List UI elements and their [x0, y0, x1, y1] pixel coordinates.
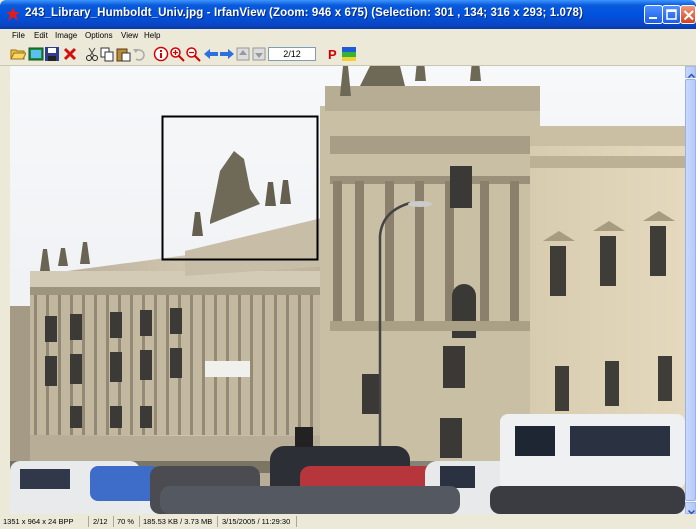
- close-icon: [683, 10, 694, 21]
- status-zoom: 70 %: [117, 517, 135, 526]
- status-resolution: 1351 x 964 x 24 BPP: [3, 517, 74, 526]
- zoom-out-icon[interactable]: [185, 46, 201, 62]
- page-number-field[interactable]: 2/12: [268, 47, 316, 61]
- menu-image[interactable]: Image: [55, 31, 77, 40]
- next-icon[interactable]: [219, 46, 235, 62]
- status-separator: [139, 516, 140, 527]
- scroll-thumb[interactable]: [685, 79, 696, 501]
- properties-icon[interactable]: [341, 46, 357, 62]
- status-separator: [217, 516, 218, 527]
- status-separator: [296, 516, 297, 527]
- paste-icon[interactable]: [115, 46, 131, 62]
- zoom-in-icon[interactable]: [169, 46, 185, 62]
- close-button[interactable]: [680, 5, 696, 24]
- print-icon[interactable]: P: [325, 46, 341, 62]
- title-bar[interactable]: 243_Library_Humboldt_Univ.jpg - IrfanVie…: [0, 0, 696, 29]
- menu-edit[interactable]: Edit: [34, 31, 48, 40]
- open-icon[interactable]: [10, 46, 26, 62]
- window-title: 243_Library_Humboldt_Univ.jpg - IrfanVie…: [25, 7, 583, 19]
- vertical-scrollbar[interactable]: [685, 66, 696, 515]
- menu-options[interactable]: Options: [85, 31, 113, 40]
- scroll-up-arrow[interactable]: [685, 66, 696, 78]
- photo-canvas: [10, 66, 685, 514]
- menu-bar: File Edit Image Options View Help: [0, 29, 696, 44]
- save-icon[interactable]: [44, 46, 60, 62]
- viewport-margin: [0, 66, 10, 514]
- info-icon[interactable]: [153, 46, 169, 62]
- menu-view[interactable]: View: [121, 31, 138, 40]
- menu-file[interactable]: File: [12, 31, 25, 40]
- irfanview-window: 243_Library_Humboldt_Univ.jpg - IrfanVie…: [0, 0, 696, 529]
- delete-icon[interactable]: [62, 46, 78, 62]
- previous-icon[interactable]: [203, 46, 219, 62]
- status-filesize: 185.53 KB / 3.73 MB: [143, 517, 213, 526]
- cut-icon[interactable]: [84, 46, 100, 62]
- copy-icon[interactable]: [99, 46, 115, 62]
- scroll-down-arrow[interactable]: [685, 502, 696, 515]
- image-viewport[interactable]: [10, 66, 685, 514]
- status-separator: [88, 516, 89, 527]
- thumbnails-icon[interactable]: [28, 46, 44, 62]
- first-page-icon[interactable]: [235, 46, 251, 62]
- status-bar: 1351 x 964 x 24 BPP 2/12 70 % 185.53 KB …: [0, 514, 696, 529]
- minimize-button[interactable]: [644, 5, 663, 24]
- status-datetime: 3/15/2005 / 11:29:30: [222, 517, 291, 526]
- last-page-icon[interactable]: [251, 46, 267, 62]
- status-separator: [113, 516, 114, 527]
- irfanview-app-icon[interactable]: [5, 6, 21, 22]
- toolbar: 2/12 P: [0, 44, 696, 66]
- undo-icon[interactable]: [131, 46, 147, 62]
- maximize-button[interactable]: [662, 5, 681, 24]
- menu-help[interactable]: Help: [144, 31, 160, 40]
- svg-text:P: P: [328, 47, 337, 62]
- status-page: 2/12: [93, 517, 108, 526]
